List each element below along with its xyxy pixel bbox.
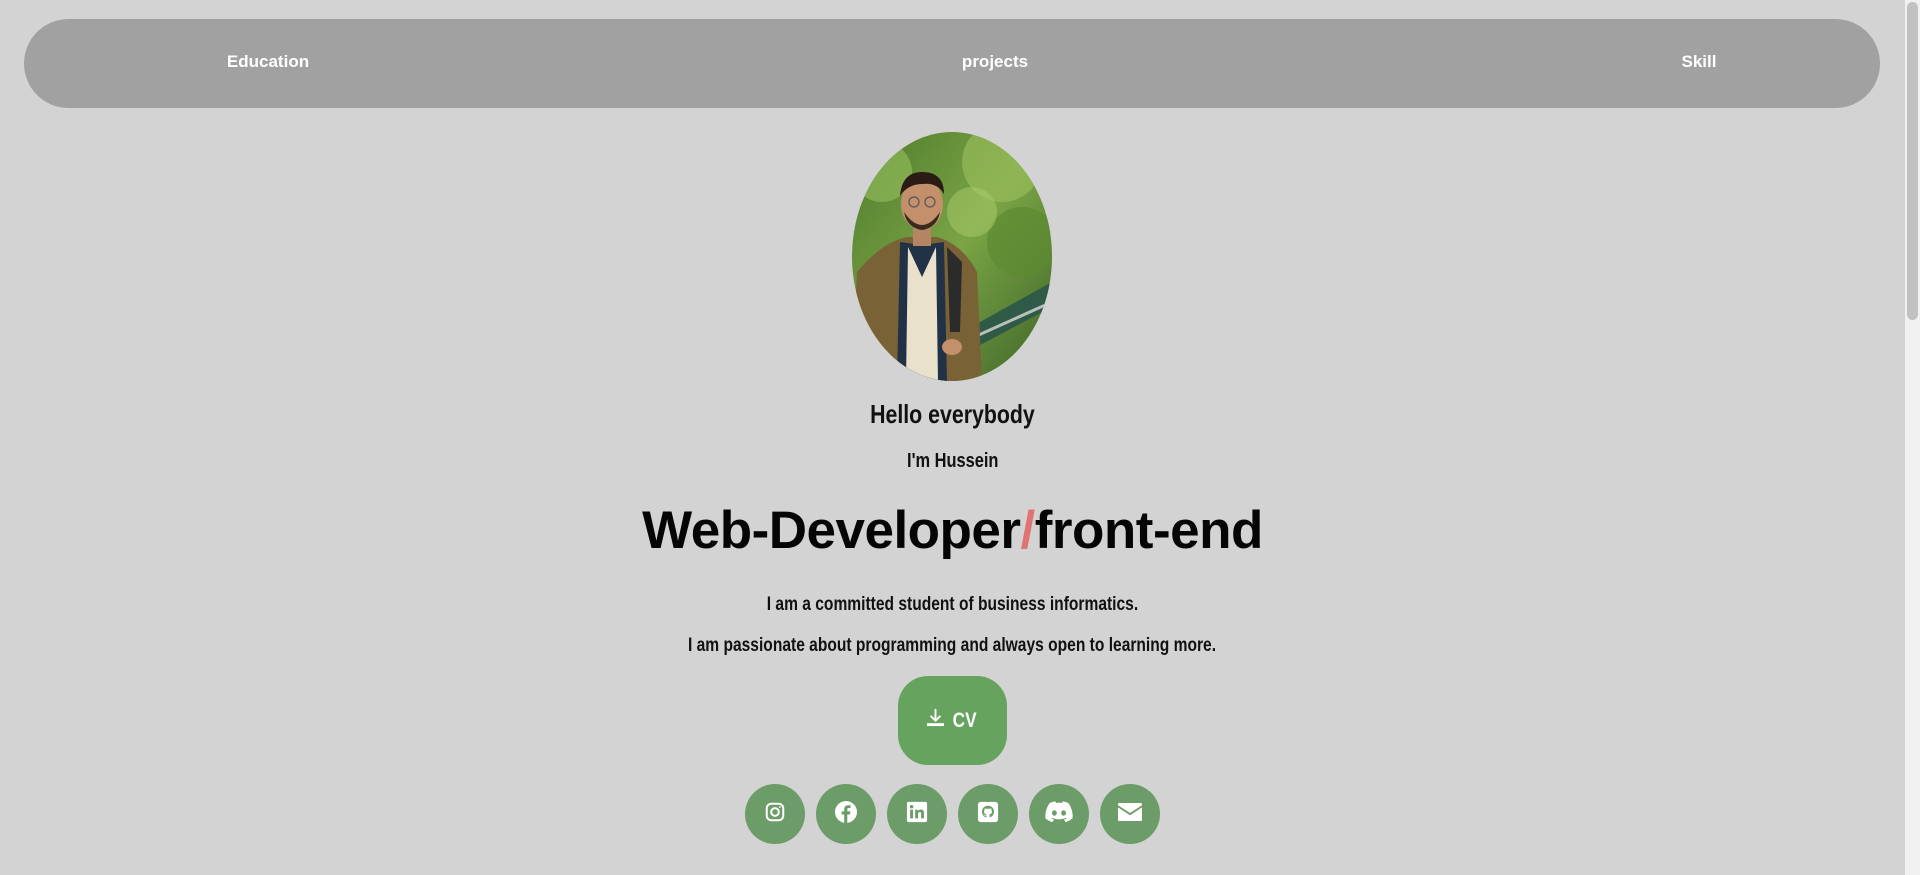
instagram-icon	[764, 801, 786, 828]
github-link[interactable]	[958, 784, 1018, 844]
linkedin-icon	[906, 801, 928, 828]
instagram-link[interactable]	[745, 784, 805, 844]
role-part-2: front-end	[1034, 501, 1264, 560]
download-icon	[926, 708, 945, 733]
description-line-2: I am passionate about programming and al…	[688, 635, 1217, 656]
role-slash: /	[1020, 501, 1036, 560]
role-part-1: Web-Developer	[642, 501, 1021, 560]
discord-link[interactable]	[1029, 784, 1089, 844]
facebook-link[interactable]	[816, 784, 876, 844]
role-title: Web-Developer/front-end	[0, 500, 1905, 561]
name-text: I'm Hussein	[906, 450, 999, 472]
nav-skill-link[interactable]: Skill	[1682, 19, 1717, 105]
description-line-1: I am a committed student of business inf…	[766, 594, 1139, 615]
facebook-icon	[834, 800, 858, 829]
navbar: Education projects Skill	[24, 19, 1880, 108]
linkedin-link[interactable]	[887, 784, 947, 844]
email-icon	[1117, 802, 1143, 827]
nav-education-link[interactable]: Education	[227, 19, 309, 105]
discord-icon	[1045, 800, 1073, 828]
email-link[interactable]	[1100, 784, 1160, 844]
profile-photo	[852, 132, 1052, 381]
cv-button-label: CV	[952, 708, 977, 732]
download-cv-button[interactable]: CV	[898, 676, 1007, 765]
scrollbar-track[interactable]	[1905, 0, 1920, 875]
github-icon	[977, 801, 999, 828]
scrollbar-thumb[interactable]	[1907, 2, 1918, 320]
nav-projects-link[interactable]: projects	[962, 19, 1028, 105]
greeting-heading: Hello everybody	[870, 399, 1035, 429]
